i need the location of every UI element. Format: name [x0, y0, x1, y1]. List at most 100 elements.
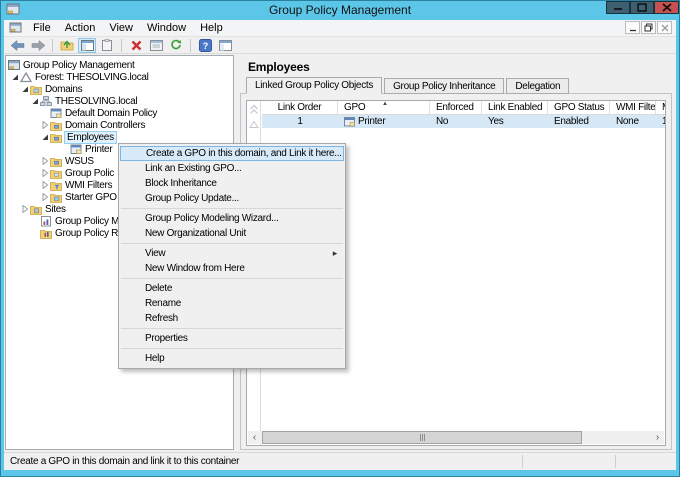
tree-item-default-domain-policy[interactable]: Default Domain Policy — [6, 107, 233, 119]
column-link-enabled[interactable]: Link Enabled — [482, 101, 548, 114]
menu-window[interactable]: Window — [140, 20, 193, 36]
toolbar-separator — [121, 39, 122, 52]
properties-window-icon[interactable] — [147, 38, 165, 53]
menu-properties[interactable]: Properties — [120, 331, 344, 346]
menu-link-existing-gpo[interactable]: Link an Existing GPO... — [120, 161, 344, 176]
folder-up-icon[interactable] — [58, 38, 76, 53]
tree-item-forest[interactable]: Forest: THESOLVING.local — [6, 71, 233, 83]
help-icon[interactable]: ? — [196, 38, 214, 53]
app-icon — [6, 3, 20, 19]
expander-collapsed-icon[interactable] — [40, 193, 50, 201]
scroll-right-icon[interactable]: › — [651, 431, 664, 444]
ou-folder-icon — [50, 132, 63, 143]
menu-file[interactable]: File — [26, 20, 58, 36]
tree-item-domain-controllers[interactable]: Domain Controllers — [6, 119, 233, 131]
cell-gpo-status: Enabled — [548, 115, 610, 128]
move-up-button[interactable] — [248, 118, 260, 131]
menu-separator — [121, 243, 343, 244]
move-to-top-button[interactable] — [248, 103, 260, 116]
close-button[interactable] — [654, 1, 679, 14]
console-doc-icon — [9, 22, 22, 34]
starter-folder-icon — [50, 192, 63, 203]
expander-expanded-icon[interactable] — [10, 73, 20, 81]
tree-item-label: Default Domain Policy — [65, 108, 157, 119]
menu-view[interactable]: View — [102, 20, 140, 36]
tree-item-domains[interactable]: Domains — [6, 83, 233, 95]
toolbar-separator — [190, 39, 191, 52]
console-window-icon[interactable] — [216, 38, 234, 53]
expander-expanded-icon[interactable] — [30, 97, 40, 105]
expander-expanded-icon[interactable] — [40, 133, 50, 141]
menu-group-policy-update[interactable]: Group Policy Update... — [120, 191, 344, 206]
column-modified[interactable]: Mo — [656, 101, 666, 114]
expander-collapsed-icon[interactable] — [40, 181, 50, 189]
menu-help[interactable]: Help — [193, 20, 230, 36]
cell-wmi-filter: None — [610, 115, 656, 128]
tree-item-thesolving-domain[interactable]: THESOLVING.local — [6, 95, 233, 107]
menu-new-organizational-unit[interactable]: New Organizational Unit — [120, 226, 344, 241]
cell-modified: 17. — [656, 115, 666, 128]
tree-item-group-policy-management[interactable]: Group Policy Management — [6, 59, 233, 71]
tree-item-label-selected: Employees — [64, 131, 117, 144]
horizontal-scrollbar[interactable]: ‹ › — [248, 431, 664, 444]
menu-separator — [121, 278, 343, 279]
statusbar-divider — [615, 455, 616, 468]
tab-delegation[interactable]: Delegation — [506, 78, 569, 94]
gpo-icon — [344, 117, 355, 127]
expander-collapsed-icon[interactable] — [20, 205, 30, 213]
forward-arrow-icon[interactable] — [29, 38, 47, 53]
statusbar: Create a GPO in this domain and link it … — [4, 452, 676, 470]
scrollbar-thumb[interactable] — [262, 431, 582, 444]
menu-view[interactable]: View ▸ — [120, 246, 344, 261]
menu-help[interactable]: Help — [120, 351, 344, 366]
mdi-close-button[interactable] — [657, 21, 672, 34]
titlebar[interactable]: Group Policy Management — [0, 0, 680, 20]
menu-action[interactable]: Action — [58, 20, 103, 36]
forest-icon — [20, 72, 33, 83]
menu-delete[interactable]: Delete — [120, 281, 344, 296]
tree-item-label: Domain Controllers — [65, 120, 145, 131]
gpo-table: Link Order GPO Enforced Link Enabled GPO… — [262, 101, 665, 128]
maximize-button[interactable] — [630, 1, 654, 14]
tree-item-label: Sites — [45, 204, 66, 215]
submenu-arrow-icon: ▸ — [333, 246, 337, 261]
minimize-button[interactable] — [606, 1, 630, 14]
results-pane-title: Employees — [248, 60, 310, 74]
refresh-icon[interactable] — [167, 38, 185, 53]
expander-collapsed-icon[interactable] — [40, 157, 50, 165]
domains-folder-icon — [30, 84, 43, 95]
column-link-order[interactable]: Link Order — [262, 101, 338, 114]
menu-separator — [121, 208, 343, 209]
expander-expanded-icon[interactable] — [20, 85, 30, 93]
mdi-minimize-button[interactable] — [625, 21, 640, 34]
delete-x-icon[interactable] — [127, 38, 145, 53]
column-enforced[interactable]: Enforced — [430, 101, 482, 114]
tree-item-label: WMI Filters — [65, 180, 112, 191]
cell-link-order: 1 — [262, 115, 338, 128]
menu-separator — [121, 328, 343, 329]
cell-link-enabled: Yes — [482, 115, 548, 128]
menu-rename[interactable]: Rename — [120, 296, 344, 311]
modeling-icon — [40, 216, 53, 227]
status-text: Create a GPO in this domain and link it … — [10, 453, 239, 470]
clipboard-icon[interactable] — [98, 38, 116, 53]
expander-collapsed-icon[interactable] — [40, 169, 50, 177]
show-console-tree-icon[interactable] — [78, 38, 96, 53]
back-arrow-icon[interactable] — [9, 38, 27, 53]
gpo-table-row-printer[interactable]: 1 Printer No Yes Enabled None 17. — [262, 115, 665, 128]
tab-linked-group-policy-objects[interactable]: Linked Group Policy Objects — [246, 77, 382, 94]
menu-refresh[interactable]: Refresh — [120, 311, 344, 326]
mdi-restore-button[interactable] — [641, 21, 656, 34]
column-wmi-filter[interactable]: WMI Filter — [610, 101, 656, 114]
tab-group-policy-inheritance[interactable]: Group Policy Inheritance — [384, 78, 504, 94]
menu-new-window-from-here[interactable]: New Window from Here — [120, 261, 344, 276]
column-gpo-status[interactable]: GPO Status — [548, 101, 610, 114]
menu-group-policy-modeling-wizard[interactable]: Group Policy Modeling Wizard... — [120, 211, 344, 226]
scroll-left-icon[interactable]: ‹ — [248, 431, 261, 444]
menu-block-inheritance[interactable]: Block Inheritance — [120, 176, 344, 191]
ou-folder-icon — [50, 120, 63, 131]
menu-create-gpo-and-link[interactable]: Create a GPO in this domain, and Link it… — [120, 146, 344, 161]
expander-collapsed-icon[interactable] — [40, 121, 50, 129]
tree-item-label: Printer — [85, 144, 112, 155]
tree-item-employees[interactable]: Employees — [6, 131, 233, 143]
